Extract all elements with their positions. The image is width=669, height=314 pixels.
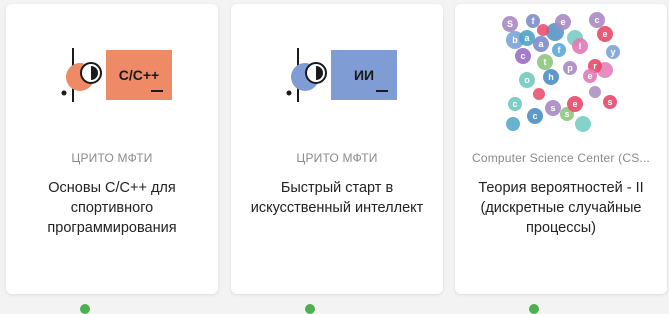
bubble-letter: y (610, 47, 615, 57)
bubble-letter: e (602, 29, 607, 39)
course-thumbnail: ИИ (231, 4, 443, 144)
bubble-letter: c (520, 51, 525, 61)
logo-label: ИИ (331, 50, 397, 100)
bubble (506, 117, 520, 131)
bubble-letter: c (512, 99, 517, 109)
bubble-letter: e (572, 99, 577, 109)
course-card-probability[interactable]: Sfeсbaаfieyctрrоheccsses Computer Scienc… (455, 4, 667, 314)
course-provider: Computer Science Center (CS... (471, 151, 651, 165)
bubble-letter: с (594, 15, 599, 25)
bubble-letter: S (507, 19, 513, 29)
bubble (575, 116, 591, 132)
course-title[interactable]: Основы С/С++ для спортивного программиро… (18, 178, 206, 238)
status-dot (80, 304, 90, 314)
bubble-letter: о (524, 75, 530, 85)
bubble-letter: c (532, 111, 537, 121)
course-title[interactable]: Теория вероятностей - II (дискретные слу… (467, 178, 655, 238)
course-thumbnail: Sfeсbaаfieyctрrоheccsses (455, 4, 667, 144)
course-card-cpp[interactable]: C/C++ ЦРИТО МФТИ Основы С/С++ для спорти… (6, 4, 218, 314)
logo-label: C/C++ (106, 50, 172, 100)
status-dot (305, 304, 315, 314)
letter-bubbles-image: Sf e сb aаf ieyctр rо h eccsse s (502, 12, 620, 132)
bubble-letter: t (544, 57, 547, 67)
course-thumbnail: C/C++ (6, 4, 218, 144)
bubble (589, 86, 601, 98)
course-card-ai[interactable]: ИИ ЦРИТО МФТИ Быстрый старт в искусствен… (231, 4, 443, 314)
bubble-letter: р (567, 63, 573, 73)
bubble-letter: s (550, 103, 555, 113)
status-dot (529, 304, 539, 314)
bubble-letter: b (512, 35, 518, 45)
bubble-letter: s (607, 97, 612, 107)
bubble-letter: e (560, 17, 565, 27)
bubble-letter: h (548, 72, 554, 82)
course-provider: ЦРИТО МФТИ (71, 151, 153, 165)
course-provider: ЦРИТО МФТИ (296, 151, 378, 165)
bubble-letter: i (579, 41, 582, 51)
course-title[interactable]: Быстрый старт в искусственный интеллект (243, 178, 431, 218)
bubble (533, 88, 545, 100)
bubble (537, 24, 549, 36)
bubble-letter: r (593, 61, 597, 71)
bubble-letter: s (564, 109, 569, 119)
bubble-letter: e (587, 71, 592, 81)
